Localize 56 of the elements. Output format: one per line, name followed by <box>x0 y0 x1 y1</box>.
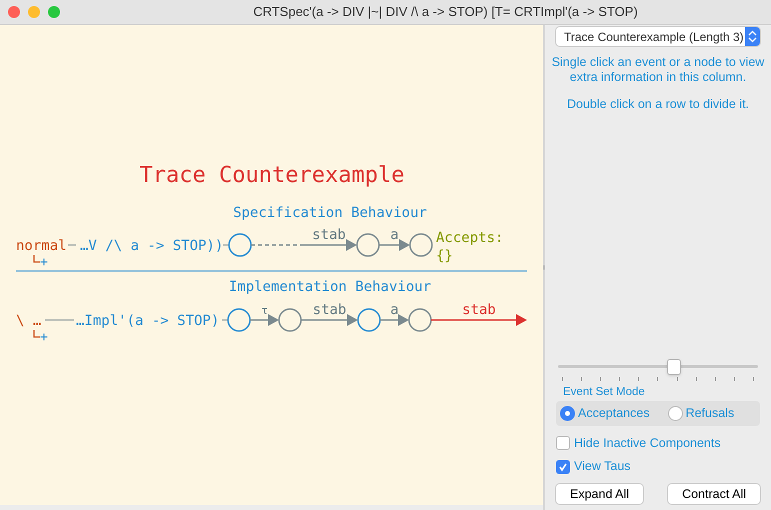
event-label[interactable]: stab <box>312 302 346 318</box>
corner-icon <box>33 330 40 338</box>
slider-thumb[interactable] <box>667 358 681 374</box>
event-label[interactable]: a <box>390 227 399 243</box>
transition-arrow[interactable] <box>380 314 409 326</box>
process-name[interactable]: …Impl'(a -> STOP) <box>76 313 220 329</box>
splitter-handle[interactable] <box>543 265 545 270</box>
result-title: Accepts: <box>436 230 504 246</box>
state-node[interactable] <box>227 308 251 332</box>
state-node[interactable] <box>356 233 380 257</box>
stepper-icon <box>745 27 760 46</box>
event-label[interactable]: a <box>390 302 399 318</box>
close-icon[interactable] <box>8 6 20 18</box>
behaviour-caption: Specification Behaviour <box>233 205 427 221</box>
window-title: CRTSpec'(a -> DIV |~| DIV /\ a -> STOP) [T= CRTImpl'(a -> STOP) <box>252 3 639 22</box>
hint-text: Double click on a row to divide it. <box>566 97 750 112</box>
option-checkbox[interactable]: Hide Inactive Components <box>556 434 760 452</box>
expand-mark[interactable]: + <box>40 255 48 270</box>
process-prefix[interactable]: normal <box>16 238 67 254</box>
expand-mark[interactable]: + <box>40 330 48 345</box>
state-node[interactable] <box>408 308 432 332</box>
event-label[interactable]: τ <box>261 304 268 317</box>
action-button[interactable]: Expand All <box>556 484 644 504</box>
transition-arrow[interactable] <box>301 314 358 326</box>
state-node[interactable] <box>228 233 252 257</box>
transition-arrow[interactable] <box>431 314 527 326</box>
transition-arrow[interactable] <box>379 239 410 251</box>
result-value: {} <box>436 248 453 264</box>
checkmark-icon <box>558 462 568 472</box>
mode-label: Event Set Mode <box>563 384 646 400</box>
corner-icon <box>33 255 40 263</box>
event-label[interactable]: stab <box>312 227 346 243</box>
tick-mark <box>714 376 716 380</box>
slider-track[interactable] <box>558 358 758 376</box>
tick-mark <box>581 376 582 380</box>
process-name[interactable]: …V /\ a -> STOP)) <box>80 238 224 254</box>
state-node[interactable] <box>409 233 433 257</box>
mode-radio[interactable]: Refusals <box>668 404 734 422</box>
transition-arrow[interactable] <box>250 314 279 326</box>
trace-select[interactable]: Trace Counterexample (Length 3) <box>556 27 760 46</box>
hint-text: Single click an event or a node to view extra information in this column. <box>550 55 766 85</box>
process-prefix[interactable]: \ … <box>16 313 42 329</box>
transition-arrow[interactable] <box>251 239 357 251</box>
mode-radio[interactable]: Acceptances <box>560 404 650 422</box>
behaviour-caption: Implementation Behaviour <box>228 279 432 295</box>
maximize-icon[interactable] <box>48 6 60 18</box>
event-label[interactable]: stab <box>462 302 496 318</box>
option-checkbox[interactable]: View Taus <box>556 457 760 476</box>
tick-mark <box>562 376 563 380</box>
tick-mark <box>734 376 735 380</box>
action-button[interactable]: Contract All <box>668 484 760 504</box>
state-node[interactable] <box>278 308 302 332</box>
diagram-heading: Trace Counterexample <box>140 163 404 188</box>
state-node[interactable] <box>357 308 381 332</box>
tick-mark <box>600 376 602 380</box>
tick-mark <box>752 376 754 380</box>
